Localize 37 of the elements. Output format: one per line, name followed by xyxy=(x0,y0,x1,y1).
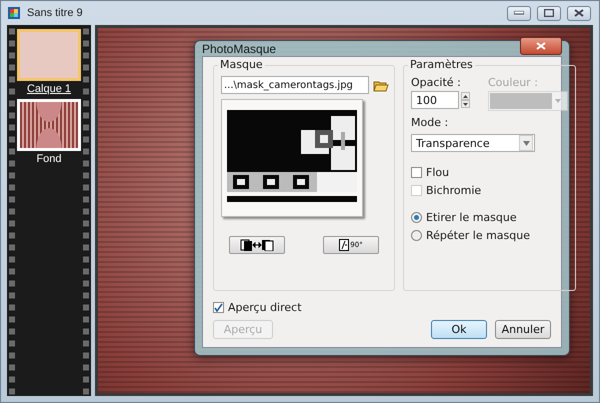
close-icon xyxy=(536,42,546,50)
color-label: Couleur : xyxy=(488,76,539,89)
radio-button[interactable]: Répéter le masque xyxy=(411,229,568,242)
dialog-title: PhotoMasque xyxy=(202,42,276,56)
color-picker[interactable] xyxy=(488,91,568,111)
radio-button[interactable]: Etirer le masque xyxy=(411,211,568,224)
dialog-button[interactable]: Ok xyxy=(431,320,487,339)
mode-dropdown[interactable]: Transparence xyxy=(411,134,535,152)
minimize-button[interactable] xyxy=(507,6,531,20)
checkbox[interactable]: Flou xyxy=(411,166,568,179)
page-icon xyxy=(339,239,350,251)
swap-pages-icon xyxy=(240,239,274,251)
close-button[interactable] xyxy=(567,6,591,20)
window-title: Sans titre 9 xyxy=(27,7,83,19)
dropdown-arrow-icon xyxy=(554,98,562,104)
group-label: Masque xyxy=(218,58,265,71)
check-icon xyxy=(214,303,223,312)
close-icon xyxy=(574,9,584,17)
spin-up-button[interactable] xyxy=(461,92,470,100)
opacity-label: Opacité : xyxy=(411,76,462,89)
close-button[interactable] xyxy=(520,36,562,54)
group-label: Paramètres xyxy=(408,58,475,71)
folder-icon[interactable] xyxy=(373,78,389,92)
file-path-field[interactable]: ...\mask_camerontags.jpg xyxy=(221,76,369,94)
app-icon xyxy=(7,6,21,20)
maximize-button[interactable] xyxy=(537,6,561,20)
dialog-button[interactable]: Annuler xyxy=(495,320,551,339)
down-arrow-icon xyxy=(463,102,468,106)
checkbox[interactable]: Aperçu direct xyxy=(213,301,551,314)
minimize-icon xyxy=(514,11,524,15)
dropdown-arrow-icon xyxy=(522,140,530,146)
opacity-field[interactable]: 100 xyxy=(411,91,459,109)
up-arrow-icon xyxy=(463,94,468,98)
spin-down-button[interactable] xyxy=(461,100,470,108)
maximize-icon xyxy=(544,9,554,17)
invert-mask-button[interactable] xyxy=(229,236,285,254)
mode-label: Mode : xyxy=(411,116,450,129)
